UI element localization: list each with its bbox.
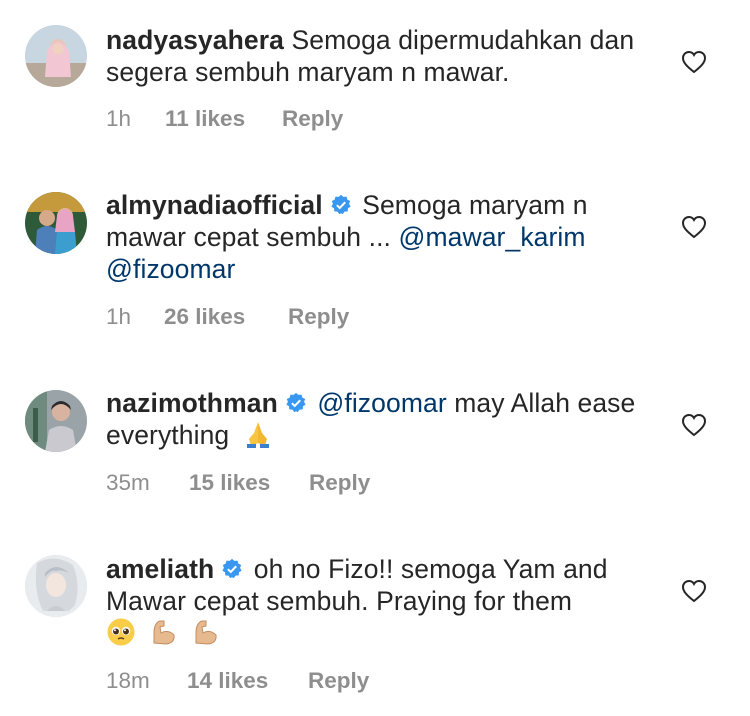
likes-count[interactable]: 14 likes	[187, 668, 268, 694]
avatar[interactable]	[25, 192, 87, 254]
timestamp: 1h	[106, 106, 132, 131]
pleading-face-emoji-icon	[107, 618, 135, 646]
reply-button[interactable]: Reply	[308, 668, 369, 694]
profile-photo-icon	[25, 555, 87, 617]
comment-text: almynadiaofficial Semoga maryam n mawar …	[106, 189, 651, 285]
timestamp: 18m	[106, 668, 150, 693]
likes-count[interactable]: 26 likes	[164, 304, 245, 330]
heart-icon[interactable]	[681, 413, 707, 437]
comment-text: nazimothman @fizoomar may Allah ease eve…	[106, 387, 651, 451]
heart-icon[interactable]	[681, 215, 707, 239]
avatar[interactable]	[25, 25, 87, 87]
avatar[interactable]	[25, 390, 87, 452]
verified-badge-icon	[222, 558, 242, 579]
heart-icon[interactable]	[681, 579, 707, 603]
profile-photo-icon	[25, 390, 87, 452]
heart-icon[interactable]	[681, 50, 707, 74]
mention-link[interactable]: @fizoomar	[106, 254, 235, 284]
mention-link[interactable]: @fizoomar	[317, 388, 446, 418]
flexed-biceps-emoji-icon	[195, 620, 217, 645]
folded-hands-emoji-icon	[246, 422, 269, 448]
reply-button[interactable]: Reply	[282, 106, 343, 132]
likes-count[interactable]: 11 likes	[165, 106, 245, 132]
flexed-biceps-emoji-icon	[153, 620, 175, 645]
username[interactable]: nadyasyahera	[106, 25, 284, 55]
avatar[interactable]	[25, 555, 87, 617]
username[interactable]: almynadiaofficial	[106, 190, 323, 220]
timestamp: 1h	[106, 304, 132, 329]
reply-button[interactable]: Reply	[309, 470, 370, 496]
username[interactable]: nazimothman	[106, 388, 278, 418]
likes-count[interactable]: 15 likes	[189, 470, 270, 496]
mention-link[interactable]: @mawar_karim	[398, 222, 585, 252]
profile-photo-icon	[25, 25, 87, 87]
comment-text: nadyasyahera Semoga dipermudahkan dan se…	[106, 24, 651, 88]
reply-button[interactable]: Reply	[288, 304, 349, 330]
verified-badge-icon	[331, 194, 351, 215]
username[interactable]: ameliath	[106, 554, 214, 584]
profile-photo-icon	[25, 192, 87, 254]
timestamp: 35m	[106, 470, 150, 495]
verified-badge-icon	[286, 392, 306, 413]
comment-text: ameliath oh no Fizo!! semoga Yam and Maw…	[106, 553, 651, 649]
